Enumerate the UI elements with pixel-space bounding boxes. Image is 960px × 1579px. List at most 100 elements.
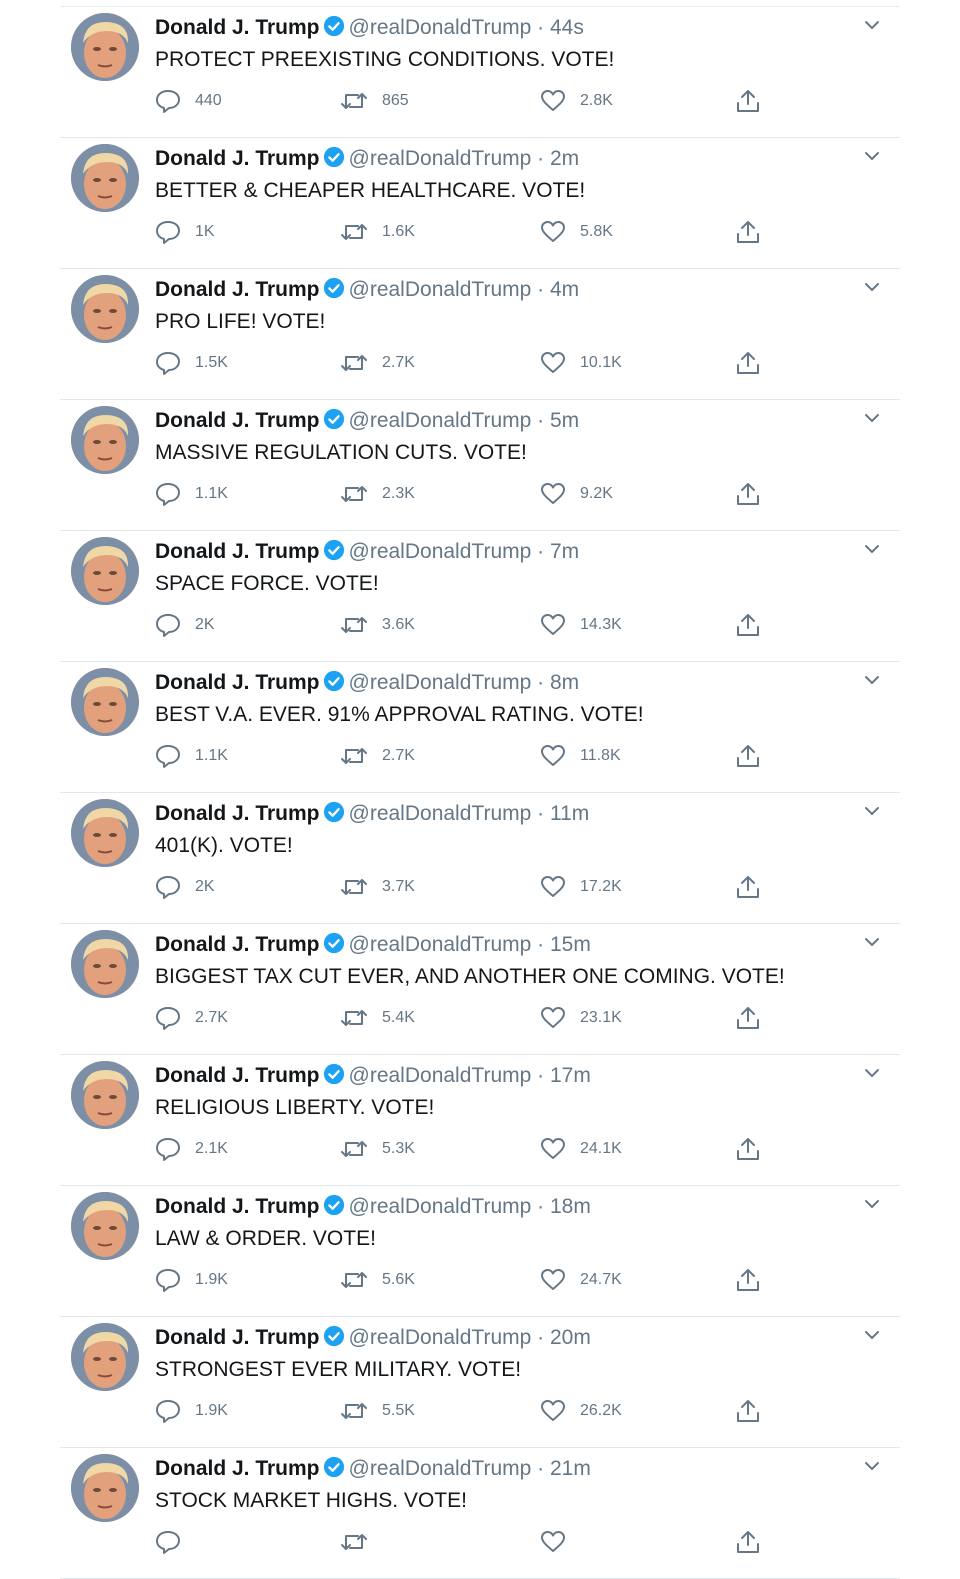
retweet-button[interactable]: 2.7K [340,349,415,377]
reply-button[interactable]: 1.9K [155,1266,228,1294]
chevron-down-icon[interactable] [862,1194,882,1214]
author-handle[interactable]: @realDonaldTrump [349,1195,532,1218]
avatar[interactable] [71,1323,139,1391]
chevron-down-icon[interactable] [862,1325,882,1345]
reply-button[interactable]: 1.9K [155,1397,228,1425]
timestamp[interactable]: 17m [550,1064,591,1087]
retweet-button[interactable]: 5.3K [340,1135,415,1163]
share-button[interactable] [735,218,775,246]
avatar[interactable] [71,275,139,343]
author-handle[interactable]: @realDonaldTrump [349,802,532,825]
retweet-button[interactable]: 5.4K [340,1004,415,1032]
tweet[interactable]: Donald J. Trump @realDonaldTrump · 4m PRO… [60,269,900,400]
share-button[interactable] [735,742,775,770]
author-name[interactable]: Donald J. Trump [155,802,320,825]
avatar[interactable] [71,799,139,867]
author-name[interactable]: Donald J. Trump [155,16,320,39]
chevron-down-icon[interactable] [862,408,882,428]
chevron-down-icon[interactable] [862,15,882,35]
chevron-down-icon[interactable] [862,932,882,952]
chevron-down-icon[interactable] [862,801,882,821]
reply-button[interactable] [155,1528,195,1556]
like-button[interactable]: 10.1K [540,349,622,377]
reply-button[interactable]: 2K [155,611,215,639]
like-button[interactable]: 5.8K [540,218,613,246]
share-button[interactable] [735,480,775,508]
timestamp[interactable]: 4m [550,278,579,301]
author-handle[interactable]: @realDonaldTrump [349,409,532,432]
like-button[interactable]: 14.3K [540,611,622,639]
tweet[interactable]: Donald J. Trump @realDonaldTrump · 7m SPA… [60,531,900,662]
share-button[interactable] [735,1528,775,1556]
reply-button[interactable]: 1.5K [155,349,228,377]
author-handle[interactable]: @realDonaldTrump [349,671,532,694]
timestamp[interactable]: 20m [550,1326,591,1349]
chevron-down-icon[interactable] [862,670,882,690]
chevron-down-icon[interactable] [862,146,882,166]
share-button[interactable] [735,1004,775,1032]
tweet[interactable]: Donald J. Trump @realDonaldTrump · 11m 40… [60,793,900,924]
chevron-down-icon[interactable] [862,539,882,559]
timestamp[interactable]: 11m [550,802,589,825]
like-button[interactable]: 2.8K [540,87,613,115]
avatar[interactable] [71,406,139,474]
retweet-button[interactable]: 2.7K [340,742,415,770]
share-button[interactable] [735,1266,775,1294]
timestamp[interactable]: 44s [550,16,584,39]
reply-button[interactable]: 1K [155,218,215,246]
author-handle[interactable]: @realDonaldTrump [349,933,532,956]
author-handle[interactable]: @realDonaldTrump [349,147,532,170]
tweet[interactable]: Donald J. Trump @realDonaldTrump · 8m BES… [60,662,900,793]
share-button[interactable] [735,1135,775,1163]
retweet-button[interactable]: 1.6K [340,218,415,246]
timestamp[interactable]: 18m [550,1195,591,1218]
author-name[interactable]: Donald J. Trump [155,147,320,170]
timestamp[interactable]: 15m [550,933,591,956]
timestamp[interactable]: 5m [550,409,579,432]
tweet[interactable]: Donald J. Trump @realDonaldTrump · 20m ST… [60,1317,900,1448]
tweet[interactable]: Donald J. Trump @realDonaldTrump · 44s PR… [60,7,900,138]
retweet-button[interactable]: 3.6K [340,611,415,639]
chevron-down-icon[interactable] [862,1456,882,1476]
author-handle[interactable]: @realDonaldTrump [349,1064,532,1087]
retweet-button[interactable] [340,1528,382,1556]
like-button[interactable]: 11.8K [540,742,621,770]
author-handle[interactable]: @realDonaldTrump [349,16,532,39]
like-button[interactable]: 24.1K [540,1135,622,1163]
timestamp[interactable]: 21m [550,1457,591,1480]
author-name[interactable]: Donald J. Trump [155,409,320,432]
tweet[interactable]: Donald J. Trump @realDonaldTrump · 15m BI… [60,924,900,1055]
share-button[interactable] [735,1397,775,1425]
like-button[interactable]: 17.2K [540,873,622,901]
author-name[interactable]: Donald J. Trump [155,1457,320,1480]
author-name[interactable]: Donald J. Trump [155,1195,320,1218]
author-handle[interactable]: @realDonaldTrump [349,1326,532,1349]
chevron-down-icon[interactable] [862,1063,882,1083]
share-button[interactable] [735,873,775,901]
retweet-button[interactable]: 5.6K [340,1266,415,1294]
retweet-button[interactable]: 865 [340,87,409,115]
author-name[interactable]: Donald J. Trump [155,933,320,956]
share-button[interactable] [735,349,775,377]
timestamp[interactable]: 7m [550,540,579,563]
reply-button[interactable]: 1.1K [155,480,228,508]
reply-button[interactable]: 2.1K [155,1135,228,1163]
avatar[interactable] [71,930,139,998]
retweet-button[interactable]: 3.7K [340,873,415,901]
tweet[interactable]: Donald J. Trump @realDonaldTrump · 18m LA… [60,1186,900,1317]
avatar[interactable] [71,144,139,212]
timestamp[interactable]: 8m [550,671,579,694]
reply-button[interactable]: 1.1K [155,742,228,770]
reply-button[interactable]: 440 [155,87,222,115]
timestamp[interactable]: 2m [550,147,579,170]
avatar[interactable] [71,13,139,81]
author-name[interactable]: Donald J. Trump [155,671,320,694]
tweet[interactable]: Donald J. Trump @realDonaldTrump · 5m MAS… [60,400,900,531]
like-button[interactable]: 23.1K [540,1004,622,1032]
author-handle[interactable]: @realDonaldTrump [349,540,532,563]
like-button[interactable]: 26.2K [540,1397,622,1425]
author-name[interactable]: Donald J. Trump [155,540,320,563]
tweet[interactable]: Donald J. Trump @realDonaldTrump · 17m RE… [60,1055,900,1186]
avatar[interactable] [71,668,139,736]
author-name[interactable]: Donald J. Trump [155,1064,320,1087]
